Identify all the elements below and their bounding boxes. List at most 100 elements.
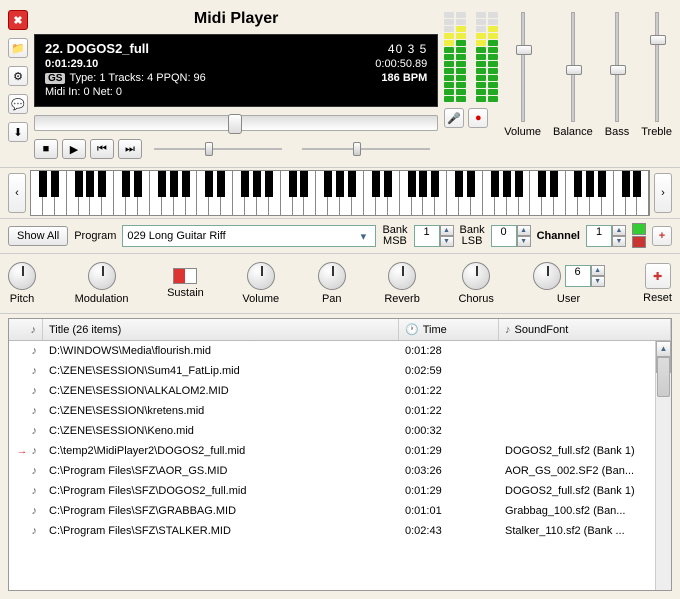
row-title: C:\Program Files\SFZ\AOR_GS.MID — [43, 464, 399, 478]
app-title: Midi Player — [34, 8, 438, 30]
piano-keyboard[interactable] — [30, 170, 650, 216]
sustain-toggle[interactable] — [173, 268, 197, 284]
playlist-row[interactable]: ♪ C:\ZENE\SESSION\Keno.mid 0:00:32 — [9, 421, 655, 441]
note-icon: ♪ — [32, 465, 38, 477]
playlist-row[interactable]: →♪ C:\temp2\MidiPlayer2\DOGOS2_full.mid … — [9, 441, 655, 461]
piano-scroll-left[interactable]: ‹ — [8, 173, 26, 213]
row-title: D:\WINDOWS\Media\flourish.mid — [43, 344, 399, 358]
row-time: 0:01:28 — [399, 344, 499, 358]
row-soundfont — [499, 390, 655, 392]
preset-add-button[interactable] — [632, 223, 646, 235]
column-soundfont[interactable]: ♪SoundFont — [499, 319, 671, 340]
bank-msb-spinner[interactable]: 1 ▲▼ — [414, 225, 454, 247]
type-line: Type: 1 Tracks: 4 PPQN: 96 — [69, 72, 205, 84]
row-time: 0:01:29 — [399, 484, 499, 498]
next-button[interactable]: ⏭ — [118, 139, 142, 159]
row-time: 0:01:29 — [399, 444, 499, 458]
total-time: 0:00:50.89 — [375, 58, 427, 70]
record-button[interactable]: ● — [468, 108, 488, 128]
row-soundfont — [499, 350, 655, 352]
bass-label: Bass — [605, 126, 629, 138]
reverb-knob[interactable] — [388, 262, 416, 290]
user-knob[interactable] — [533, 262, 561, 290]
midi-info: Midi In: 0 Net: 0 — [45, 86, 122, 98]
treble-label: Treble — [641, 126, 672, 138]
playlist-row[interactable]: ♪ C:\ZENE\SESSION\ALKALOM2.MID 0:01:22 — [9, 381, 655, 401]
pan-knob[interactable] — [318, 262, 346, 290]
bank-lsb-label: Bank LSB — [460, 225, 485, 247]
clock-icon: 🕐 — [405, 323, 419, 336]
note-icon: ♪ — [32, 425, 38, 437]
playlist: ♪ Title (26 items) 🕐Time ♪SoundFont ♪ D:… — [8, 318, 672, 591]
row-title: C:\Program Files\SFZ\STALKER.MID — [43, 524, 399, 538]
playlist-row[interactable]: ♪ C:\Program Files\SFZ\GRABBAG.MID 0:01:… — [9, 501, 655, 521]
comment-button[interactable]: 💬 — [8, 94, 28, 114]
playlist-row[interactable]: ♪ C:\Program Files\SFZ\AOR_GS.MID 0:03:2… — [9, 461, 655, 481]
row-soundfont: AOR_GS_002.SF2 (Ban... — [499, 464, 655, 478]
download-button[interactable]: ⬇ — [8, 122, 28, 142]
close-button[interactable]: ✖ — [8, 10, 28, 30]
note-icon: ♪ — [505, 324, 511, 336]
row-soundfont — [499, 370, 655, 372]
row-time: 0:01:01 — [399, 504, 499, 518]
note-icon: ♪ — [32, 505, 38, 517]
playlist-row[interactable]: ♪ C:\Program Files\SFZ\DOGOS2_full.mid 0… — [9, 481, 655, 501]
column-time[interactable]: 🕐Time — [399, 319, 499, 340]
row-soundfont — [499, 410, 655, 412]
playlist-row[interactable]: ♪ C:\Program Files\SFZ\STALKER.MID 0:02:… — [9, 521, 655, 541]
play-button[interactable]: ▶ — [62, 139, 86, 159]
row-time: 0:03:26 — [399, 464, 499, 478]
volume-knob[interactable] — [247, 262, 275, 290]
prev-button[interactable]: ⏮ — [90, 139, 114, 159]
pitch-knob[interactable] — [8, 262, 36, 290]
row-title: C:\Program Files\SFZ\GRABBAG.MID — [43, 504, 399, 518]
row-soundfont: DOGOS2_full.sf2 (Bank 1) — [499, 444, 655, 458]
tempo-slider[interactable] — [154, 144, 282, 154]
playlist-row[interactable]: ♪ C:\ZENE\SESSION\Sum41_FatLip.mid 0:02:… — [9, 361, 655, 381]
user-spinner[interactable]: 6 ▲▼ — [565, 265, 605, 287]
pitch-slider[interactable] — [302, 144, 430, 154]
program-label: Program — [74, 230, 116, 242]
program-select[interactable]: 029 Long Guitar Riff ▾ — [122, 225, 376, 247]
scroll-up-button[interactable]: ▲ — [656, 341, 671, 357]
elapsed-time: 0:01:29.10 — [45, 58, 98, 70]
playlist-row[interactable]: ♪ D:\WINDOWS\Media\flourish.mid 0:01:28 — [9, 341, 655, 361]
settings-button[interactable]: ⚙ — [8, 66, 28, 86]
volume-slider[interactable] — [521, 12, 525, 122]
chorus-knob[interactable] — [462, 262, 490, 290]
treble-slider[interactable] — [655, 12, 659, 122]
column-title[interactable]: Title (26 items) — [43, 319, 399, 340]
vu-meter-left — [444, 12, 498, 102]
row-time: 0:02:43 — [399, 524, 499, 538]
reset-button[interactable]: ✚ — [645, 263, 671, 289]
volume-label: Volume — [504, 126, 541, 138]
row-time: 0:01:22 — [399, 384, 499, 398]
counter-right: 40 3 5 — [388, 42, 427, 56]
add-channel-button[interactable]: + — [652, 226, 672, 246]
row-title: C:\ZENE\SESSION\ALKALOM2.MID — [43, 384, 399, 398]
row-time: 0:01:22 — [399, 404, 499, 418]
bank-lsb-spinner[interactable]: 0 ▲▼ — [491, 225, 531, 247]
stop-button[interactable]: ■ — [34, 139, 58, 159]
playlist-row[interactable]: ♪ C:\ZENE\SESSION\kretens.mid 0:01:22 — [9, 401, 655, 421]
mic-button[interactable]: 🎤 — [444, 108, 464, 128]
modulation-knob[interactable] — [88, 262, 116, 290]
row-title: C:\ZENE\SESSION\Sum41_FatLip.mid — [43, 364, 399, 378]
open-file-button[interactable]: 📁 — [8, 38, 28, 58]
row-soundfont: DOGOS2_full.sf2 (Bank 1) — [499, 484, 655, 498]
row-title: C:\temp2\MidiPlayer2\DOGOS2_full.mid — [43, 444, 399, 458]
track-title: 22. DOGOS2_full — [45, 41, 149, 56]
playlist-scrollbar[interactable]: ▲ ▼ — [655, 341, 671, 590]
piano-scroll-right[interactable]: › — [654, 173, 672, 213]
balance-slider[interactable] — [571, 12, 575, 122]
gs-badge: GS — [45, 73, 65, 84]
note-icon: ♪ — [32, 365, 38, 377]
seek-slider[interactable] — [34, 115, 438, 131]
show-all-button[interactable]: Show All — [8, 226, 68, 246]
bpm: 186 BPM — [381, 72, 427, 84]
lcd-display: 22. DOGOS2_full 40 3 5 0:01:29.10 0:00:5… — [34, 34, 438, 107]
bass-slider[interactable] — [615, 12, 619, 122]
balance-label: Balance — [553, 126, 593, 138]
preset-remove-button[interactable] — [632, 236, 646, 248]
channel-spinner[interactable]: 1 ▲▼ — [586, 225, 626, 247]
